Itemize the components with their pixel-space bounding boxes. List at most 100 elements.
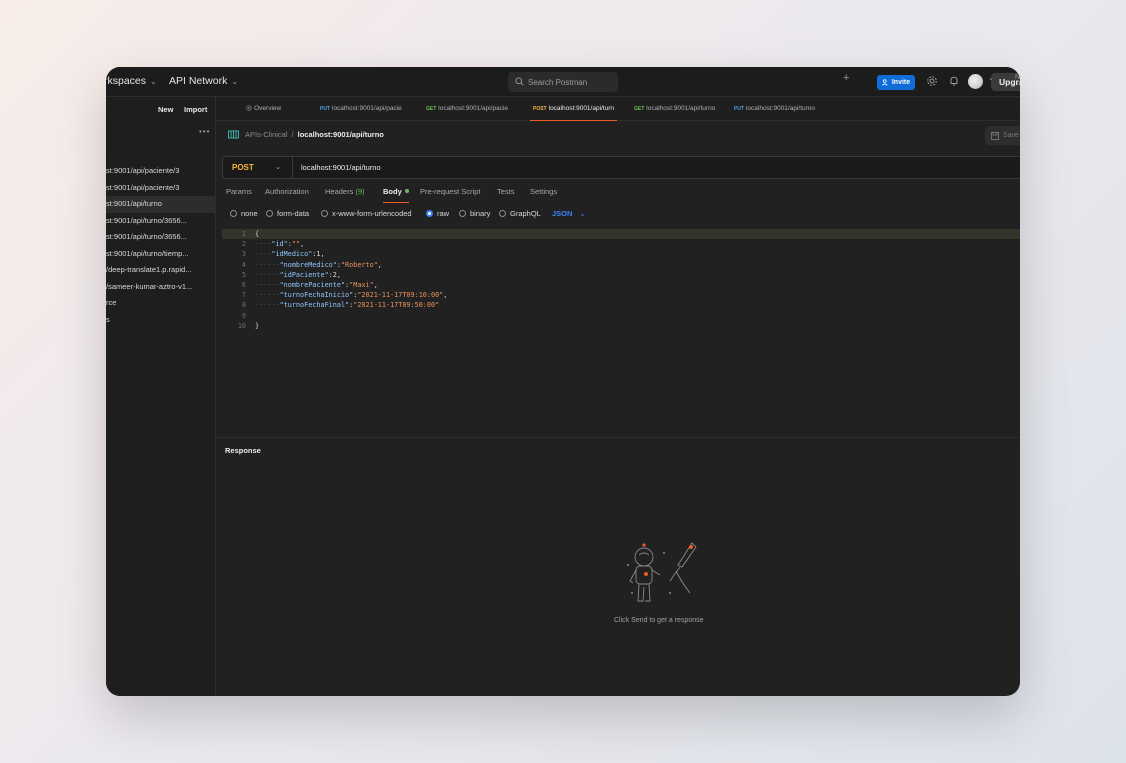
- tab-label: localhost:9001/api/turno: [646, 105, 716, 112]
- new-tab-button[interactable]: +: [843, 72, 849, 84]
- code-line: 5 ······"idPaciente":2,: [222, 270, 1020, 280]
- postman-window: rkspaces ⌄ API Network ⌄ Search Postman In…: [106, 67, 1020, 696]
- sidebar-item[interactable]: st:9001/api/turno/3656...: [106, 229, 216, 246]
- tab-method: POST: [533, 106, 547, 112]
- radio-urlencoded[interactable]: x-www-form-urlencoded: [321, 209, 412, 218]
- tab-settings[interactable]: Settings: [530, 187, 557, 203]
- radio-none[interactable]: none: [230, 209, 258, 218]
- invite-button[interactable]: Invite: [877, 75, 915, 90]
- chevron-down-icon: ⌄: [231, 77, 239, 86]
- tab-authorization[interactable]: Authorization: [265, 187, 309, 203]
- sidebar-item[interactable]: /sameer-kumar-aztro-v1...: [106, 279, 216, 296]
- chevron-down-icon: ⌄: [150, 77, 157, 86]
- tab-body[interactable]: Body: [383, 187, 409, 203]
- tab-request[interactable]: PUT localhost:9001/api/turno: [734, 97, 815, 121]
- radio-icon: [499, 210, 506, 217]
- request-tabs-bar: ◎ Overview PUT localhost:9001/api/pacie GE…: [216, 97, 1020, 121]
- tab-headers[interactable]: Headers (9): [325, 187, 365, 203]
- chevron-down-icon: ⌄: [579, 210, 586, 218]
- tab-params[interactable]: Params: [226, 187, 252, 203]
- tab-prerequest-script[interactable]: Pre-request Script: [420, 187, 480, 203]
- code-text: }: [255, 321, 260, 330]
- bell-icon[interactable]: [948, 75, 960, 87]
- search-icon: [515, 77, 524, 86]
- code-line: 9: [222, 311, 1020, 321]
- sidebar-item[interactable]: st:9001/api/turno/tiemp...: [106, 246, 216, 263]
- url-bar: POST ⌄ localhost:9001/api/turno: [222, 156, 1020, 179]
- sidebar-item-active[interactable]: st:9001/api/turno: [106, 196, 216, 213]
- headers-count: (9): [355, 187, 365, 196]
- sidebar-item[interactable]: st:9001/api/turno/3656...: [106, 213, 216, 230]
- code-text: ······"turnoFechaFinal":"2021-11-17T09:5…: [255, 301, 440, 310]
- line-number: 2: [241, 240, 246, 249]
- pane-divider[interactable]: [216, 437, 1020, 438]
- line-number: 5: [241, 270, 246, 279]
- tab-request[interactable]: PUT localhost:9001/api/pacie: [320, 97, 402, 121]
- avatar[interactable]: [968, 74, 983, 89]
- line-number: 1: [241, 230, 246, 238]
- tab-label: localhost:9001/api/turn: [548, 105, 615, 112]
- line-number: 3: [241, 250, 246, 259]
- tab-tests[interactable]: Tests: [497, 187, 515, 203]
- code-line: 10}: [222, 321, 1020, 331]
- sidebar-item[interactable]: st:9001/api/paciente/3: [106, 180, 216, 197]
- sidebar-item[interactable]: s: [106, 312, 216, 329]
- sidebar-item[interactable]: st:9001/api/paciente/3: [106, 163, 216, 180]
- tab-label: localhost:9001/api/pacie: [332, 105, 402, 112]
- breadcrumb-request[interactable]: localhost:9001/api/turno: [298, 130, 384, 139]
- code-text: ······"nombrePaciente":"Maxi",: [255, 281, 378, 289]
- body-label: Body: [383, 187, 402, 196]
- radio-form-data[interactable]: form-data: [266, 209, 309, 218]
- headers-label: Headers: [325, 187, 354, 196]
- option-label: x-www-form-urlencoded: [332, 209, 412, 218]
- gear-icon[interactable]: [926, 75, 938, 87]
- breadcrumb-collection[interactable]: APIs-Clinical: [245, 130, 288, 139]
- code-line: 7 ······"turnoFechaInicio":"2021-11-17T09…: [222, 290, 1020, 300]
- save-button[interactable]: Save: [985, 126, 1020, 145]
- tab-method: PUT: [734, 106, 744, 112]
- tab-request-active[interactable]: POST localhost:9001/api/turn: [530, 97, 618, 121]
- code-text: ······"nombreMedico":"Roberto",: [255, 260, 382, 269]
- save-icon: [991, 131, 999, 140]
- code-line: 4 ······"nombreMedico":"Roberto",: [222, 260, 1020, 270]
- more-options-icon[interactable]: •••: [199, 127, 210, 136]
- url-input[interactable]: localhost:9001/api/turno: [301, 157, 381, 178]
- environment-selector[interactable]: N: [1015, 74, 1020, 81]
- sidebar-item[interactable]: /deep-translate1.p.rapid...: [106, 262, 216, 279]
- body-indicator-dot: [404, 189, 409, 193]
- workspaces-label: rkspaces: [106, 75, 147, 87]
- radio-graphql[interactable]: GraphQL: [499, 209, 541, 218]
- option-label: GraphQL: [510, 209, 541, 218]
- api-network-label: API Network: [169, 75, 228, 87]
- tab-overview[interactable]: ◎ Overview: [246, 97, 281, 121]
- line-number: 9: [241, 311, 246, 320]
- code-text: ····"idMedico":1,: [255, 250, 325, 259]
- radio-checked-icon: [426, 210, 433, 217]
- tab-request[interactable]: GET localhost:9001/api/turno: [634, 97, 715, 121]
- tab-method: GET: [634, 106, 645, 112]
- radio-binary[interactable]: binary: [459, 209, 490, 218]
- api-network-menu[interactable]: API Network ⌄: [169, 75, 238, 87]
- option-label: none: [241, 209, 258, 218]
- sidebar-item[interactable]: rce: [106, 295, 216, 312]
- format-label: JSON: [552, 209, 573, 218]
- response-empty-hint: Click Send to get a response: [614, 617, 704, 624]
- tabs-dropdown-icon[interactable]: ⌄: [988, 74, 994, 82]
- radio-raw[interactable]: raw: [426, 209, 449, 218]
- search-input[interactable]: Search Postman: [508, 72, 618, 92]
- code-text: ······"idPaciente":2,: [255, 270, 341, 279]
- code-editor[interactable]: 1 { 2 ····"id":"", 3 ····"idMedico":1, 4 ···…: [222, 229, 1020, 437]
- format-select[interactable]: JSON ⌄: [552, 209, 585, 218]
- line-number: 6: [241, 281, 246, 289]
- workspaces-menu[interactable]: rkspaces ⌄: [106, 75, 157, 87]
- tab-request[interactable]: GET localhost:9001/api/pacie: [426, 97, 508, 121]
- code-line: 2 ····"id":"",: [222, 239, 1020, 249]
- code-line: 3 ····"idMedico":1,: [222, 249, 1020, 259]
- import-button[interactable]: Import: [184, 105, 207, 114]
- add-user-icon: [881, 79, 888, 86]
- chevron-down-icon: ⌄: [275, 164, 281, 171]
- code-text: {: [255, 230, 260, 238]
- new-button[interactable]: New: [158, 105, 173, 114]
- radio-icon: [321, 210, 328, 217]
- method-select[interactable]: POST ⌄: [223, 157, 293, 178]
